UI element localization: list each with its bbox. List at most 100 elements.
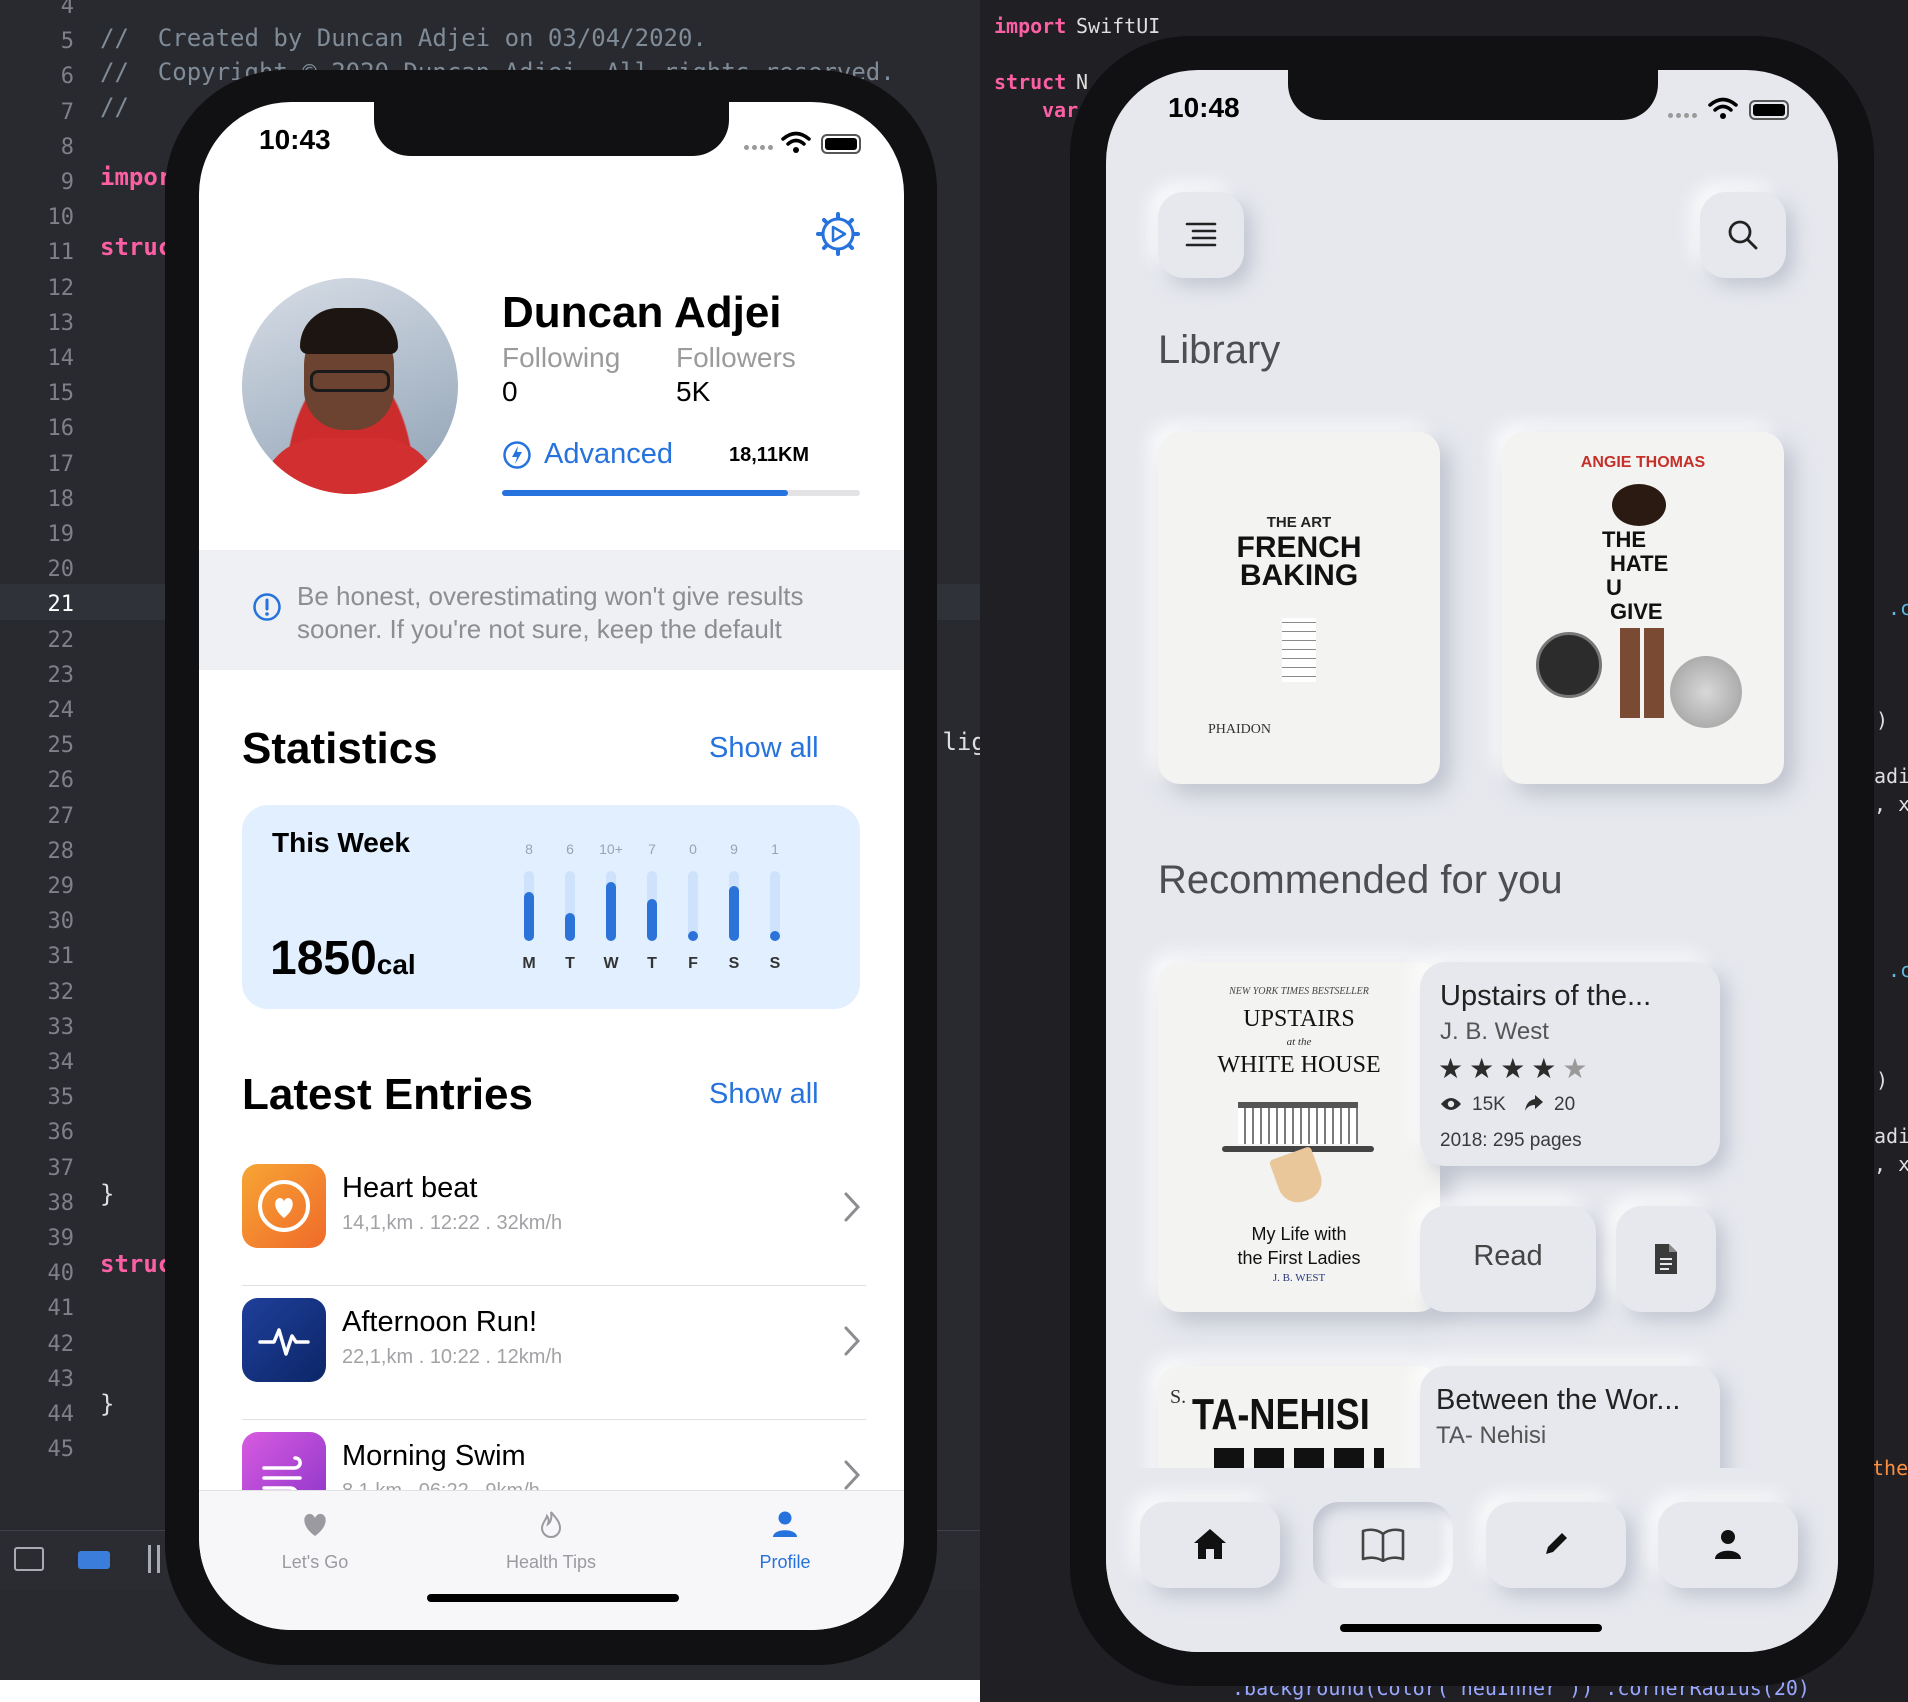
- line-number: 26: [47, 768, 75, 794]
- bar-value-label: 8: [525, 841, 533, 857]
- line-number: 10: [47, 205, 75, 231]
- bar-day-label: T: [565, 955, 575, 972]
- line-number: 15: [47, 381, 75, 407]
- bar-track: [524, 871, 534, 941]
- read-button[interactable]: Read: [1420, 1206, 1596, 1312]
- pulse-icon: [242, 1298, 326, 1382]
- tab-label: Profile: [759, 1552, 811, 1572]
- book-cover-hate-u-give[interactable]: ANGIE THOMAS THE HATE U GIVE: [1502, 432, 1784, 784]
- bar-fill: [647, 899, 657, 941]
- code-keyword: struc: [100, 233, 173, 261]
- week-bar: 7T: [635, 841, 669, 991]
- cover-text: UPSTAIRS: [1243, 1006, 1355, 1032]
- code-keyword: struct: [994, 70, 1067, 94]
- book-author: J. B. West: [1440, 1018, 1549, 1045]
- code-fragment: ): [1876, 1068, 1889, 1092]
- bar-track: [729, 871, 739, 941]
- line-number: 27: [47, 803, 75, 829]
- code-fragment: ): [1876, 708, 1889, 732]
- week-bar: 8M: [512, 841, 546, 991]
- tab-lets-go[interactable]: Let's Go: [245, 1509, 385, 1573]
- cover-author: ANGIE THOMAS: [1580, 454, 1706, 471]
- line-number: 33: [47, 1014, 75, 1040]
- line-number: 8: [60, 134, 74, 160]
- followers-label: Followers: [676, 342, 796, 373]
- settings-gear-icon[interactable]: [816, 212, 860, 256]
- line-number: 19: [47, 522, 75, 547]
- wifi-icon: [781, 131, 811, 153]
- pencil-icon: [1546, 1533, 1567, 1554]
- breakpoint-icon[interactable]: [78, 1551, 110, 1569]
- weekly-stats-card[interactable]: This Week 1850cal 8 M 6 T 10+ W 7 T 0 F 9 S 1 S: [242, 805, 860, 1009]
- tab-health-tips[interactable]: Health Tips: [481, 1509, 621, 1573]
- star-rating: ★★★★★: [1438, 1053, 1594, 1084]
- heart-beat-icon: [242, 1164, 326, 1248]
- nav-write[interactable]: [1486, 1502, 1626, 1588]
- distance-total: 18,11KM: [729, 444, 810, 466]
- line-number: 25: [47, 733, 75, 759]
- eye-icon: [1441, 1098, 1461, 1110]
- search-icon: [1728, 220, 1758, 250]
- search-button[interactable]: [1700, 192, 1786, 278]
- bar-track: [565, 871, 575, 941]
- details-button[interactable]: [1616, 1206, 1716, 1312]
- following-label: Following: [502, 342, 621, 373]
- entries-show-all-link[interactable]: Show all: [709, 1078, 819, 1111]
- bar-value-label: 0: [689, 841, 697, 857]
- tab-bar: Let's Go Health Tips Profile: [199, 1490, 904, 1630]
- book-info-card[interactable]: Upstairs of the... J. B. West ★★★★★ 15K …: [1420, 962, 1720, 1166]
- cover-text: NEW YORK TIMES BESTSELLER: [1229, 986, 1369, 997]
- entry-title: Heart beat: [342, 1172, 478, 1204]
- entry-row[interactable]: Heart beat 14,1,km . 12:22 . 32km/h: [242, 1152, 866, 1286]
- code-keyword: struc: [100, 1250, 173, 1278]
- console-toggle-icon[interactable]: [14, 1547, 44, 1571]
- line-number: 4: [60, 0, 74, 19]
- line-number: 41: [47, 1296, 75, 1322]
- line-number: 7: [60, 99, 74, 125]
- line-number: 36: [47, 1120, 75, 1146]
- line-number: 16: [47, 416, 75, 442]
- week-bar: 6T: [553, 841, 587, 991]
- line-number: 6: [60, 64, 74, 90]
- week-bar: 9S: [717, 841, 751, 991]
- status-time: 10:43: [259, 124, 331, 155]
- tab-label: Health Tips: [505, 1552, 597, 1572]
- book-cover-french-baking[interactable]: THE ART FRENCH BAKING PHAIDON: [1158, 432, 1440, 784]
- cover-text: WHITE HOUSE: [1217, 1052, 1381, 1078]
- notice-banner: Be honest, overestimating won't give res…: [199, 550, 904, 670]
- wifi-icon: [1708, 97, 1738, 119]
- battery-icon: [821, 134, 861, 154]
- nav-profile[interactable]: [1658, 1502, 1798, 1588]
- nav-home[interactable]: [1140, 1502, 1280, 1588]
- code-comment: // Created by Duncan Adjei on 03/04/2020…: [100, 24, 707, 52]
- views-count: 15K: [1472, 1094, 1506, 1115]
- latest-entries-title: Latest Entries: [242, 1070, 533, 1119]
- signal-icon: [744, 145, 773, 150]
- line-number: 35: [47, 1085, 75, 1111]
- bar-fill: [606, 881, 616, 941]
- book-title: Upstairs of the...: [1440, 980, 1652, 1012]
- code-keyword: var: [1042, 98, 1079, 122]
- weekly-bar-chart: 8 M 6 T 10+ W 7 T 0 F 9 S 1 S: [512, 841, 812, 991]
- book-cover-upstairs-white-house[interactable]: NEW YORK TIMES BESTSELLER UPSTAIRS at th…: [1158, 962, 1440, 1312]
- tab-profile[interactable]: Profile: [715, 1509, 855, 1573]
- lightning-icon: [503, 441, 531, 469]
- share-arrow-icon: [1525, 1095, 1543, 1111]
- menu-button[interactable]: [1158, 192, 1244, 278]
- notice-text: Be honest, overestimating won't give res…: [297, 581, 804, 644]
- bar-fill: [770, 931, 780, 941]
- home-indicator: [1340, 1624, 1602, 1632]
- nav-library[interactable]: [1313, 1502, 1453, 1588]
- line-number: 39: [47, 1226, 75, 1251]
- line-number: 43: [47, 1366, 75, 1392]
- statistics-show-all-link[interactable]: Show all: [709, 732, 819, 765]
- cover-text: the First Ladies: [1237, 1248, 1361, 1268]
- cover-text: TA-NEHISI: [1192, 1390, 1370, 1439]
- pause-icon[interactable]: [148, 1545, 160, 1573]
- info-icon: [253, 593, 281, 621]
- week-bar: 1S: [758, 841, 792, 991]
- bar-day-label: M: [522, 955, 536, 972]
- entry-row[interactable]: Afternoon Run! 22,1,km . 10:22 . 12km/h: [242, 1286, 866, 1420]
- line-number: 14: [47, 346, 75, 371]
- bar-day-label: S: [728, 955, 740, 972]
